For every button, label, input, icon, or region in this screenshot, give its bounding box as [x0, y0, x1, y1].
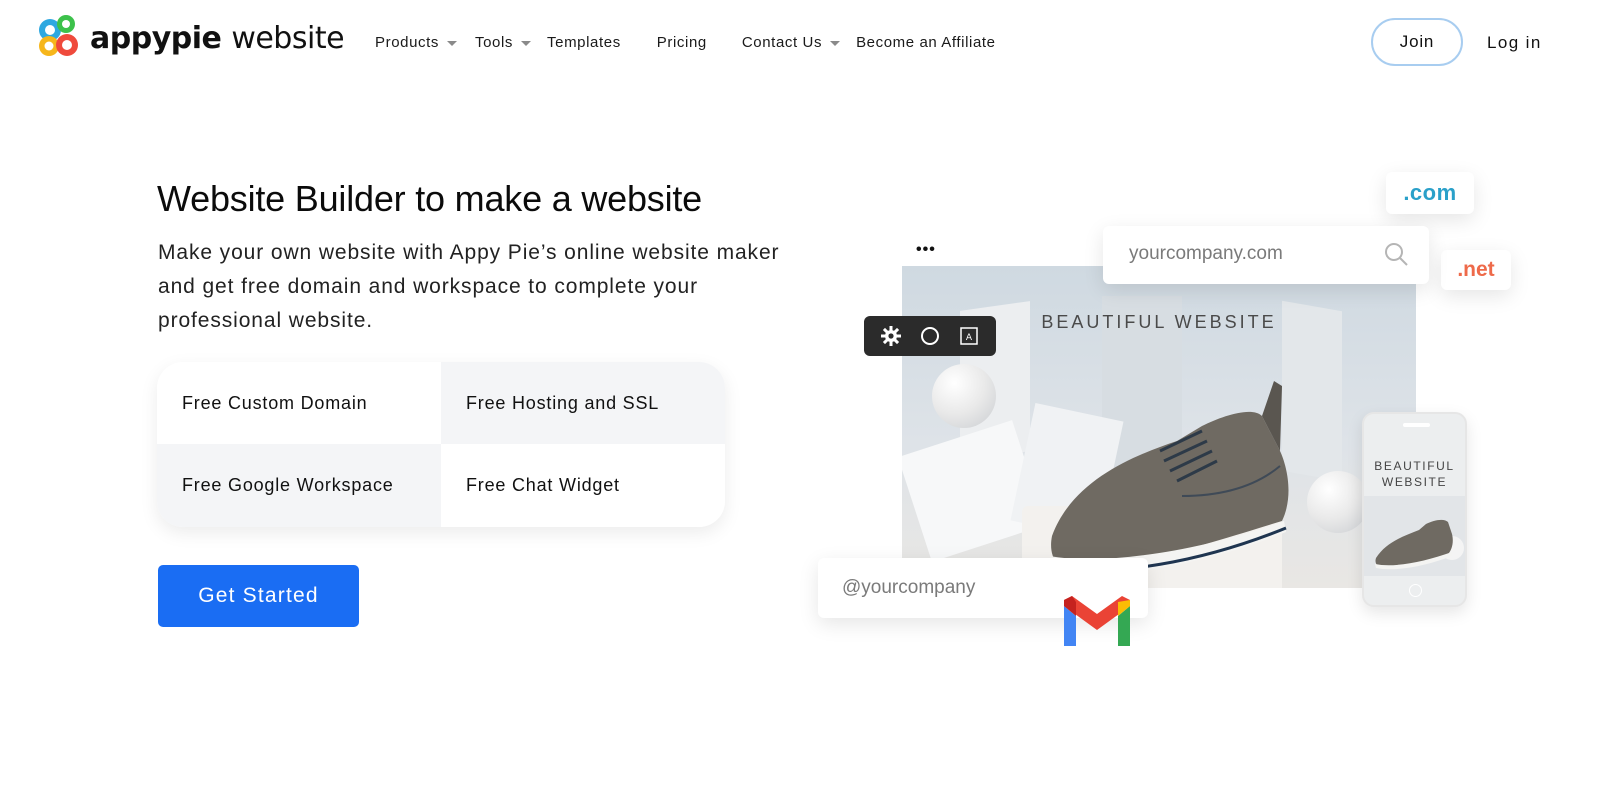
- nav-item-label: Tools: [475, 34, 514, 51]
- hero-description: Make your own website with Appy Pie’s on…: [158, 241, 780, 332]
- tld-net-badge: .net: [1441, 250, 1511, 290]
- chevron-down-icon: [521, 41, 532, 46]
- feature-google-workspace: Free Google Workspace: [157, 444, 441, 527]
- mobile-preview: BEAUTIFUL WEBSITE: [1362, 412, 1467, 607]
- nav-item-pricing[interactable]: Pricing: [657, 34, 707, 51]
- circle-icon-svg: [920, 327, 939, 345]
- chevron-down-icon: [830, 41, 841, 46]
- nav-item-label: Templates: [547, 34, 621, 51]
- domain-search-field[interactable]: yourcompany.com: [1103, 226, 1429, 284]
- join-button[interactable]: Join: [1371, 18, 1463, 66]
- editor-toolbar: A: [864, 316, 996, 356]
- logo-wordmark-bold: appypie: [90, 20, 222, 56]
- features-grid: Free Custom Domain Free Hosting and SSL …: [157, 362, 725, 527]
- chevron-down-icon: [447, 41, 457, 46]
- text-style-icon[interactable]: A: [958, 325, 980, 347]
- nav-item-contact-us[interactable]: Contact Us: [741, 34, 841, 51]
- nav-item-label: Contact Us: [741, 34, 823, 51]
- gmail-icon: [1064, 596, 1130, 646]
- appypie-logo-icon: [39, 15, 78, 56]
- phone-speaker: [1403, 423, 1430, 427]
- nav-item-tools[interactable]: Tools: [475, 34, 532, 51]
- main-nav: Products Tools Templates Pricing Contact…: [375, 34, 1031, 51]
- feature-chat-widget: Free Chat Widget: [441, 444, 725, 527]
- phone-home-button: [1409, 584, 1422, 597]
- gear-icon[interactable]: [880, 325, 902, 347]
- email-placeholder: @yourcompany: [842, 577, 976, 598]
- feature-hosting-ssl: Free Hosting and SSL: [441, 362, 725, 444]
- nav-item-label: Pricing: [656, 34, 707, 51]
- nav-item-label: Become an Affiliate: [856, 34, 996, 51]
- domain-search-placeholder: yourcompany.com: [1129, 243, 1283, 264]
- site-header: appypie website Products Tools Templates…: [0, 0, 1600, 86]
- get-started-button[interactable]: Get Started: [158, 565, 359, 627]
- phone-site-title: BEAUTIFUL WEBSITE: [1374, 459, 1455, 489]
- logo-wordmark: appypie website: [90, 20, 345, 56]
- more-dots-icon: •••: [916, 241, 936, 258]
- nav-item-products[interactable]: Products: [375, 34, 457, 51]
- search-icon[interactable]: [1383, 241, 1409, 267]
- website-preview: ••• BEAUTIFUL WEBSITE: [902, 236, 1416, 588]
- nav-item-label: Products: [375, 34, 439, 51]
- nav-item-become-affiliate[interactable]: Become an Affiliate: [856, 34, 996, 51]
- text-style-glyph: A: [966, 333, 973, 343]
- hero-image-shoe: BEAUTIFUL WEBSITE: [902, 266, 1416, 588]
- gear-icon-svg: [881, 326, 902, 346]
- hero-title: Website Builder to make a website: [157, 178, 703, 219]
- feature-custom-domain: Free Custom Domain: [157, 362, 441, 444]
- appypie-logo[interactable]: appypie website: [36, 14, 345, 62]
- tld-com-badge: .com: [1386, 172, 1474, 214]
- login-link[interactable]: Log in: [1487, 33, 1542, 53]
- nav-item-templates[interactable]: Templates: [547, 34, 621, 51]
- phone-shoe-illustration: [1364, 496, 1465, 576]
- circle-icon[interactable]: [919, 325, 941, 347]
- logo-wordmark-light: website: [231, 20, 345, 56]
- text-style-icon-svg: A: [959, 327, 978, 345]
